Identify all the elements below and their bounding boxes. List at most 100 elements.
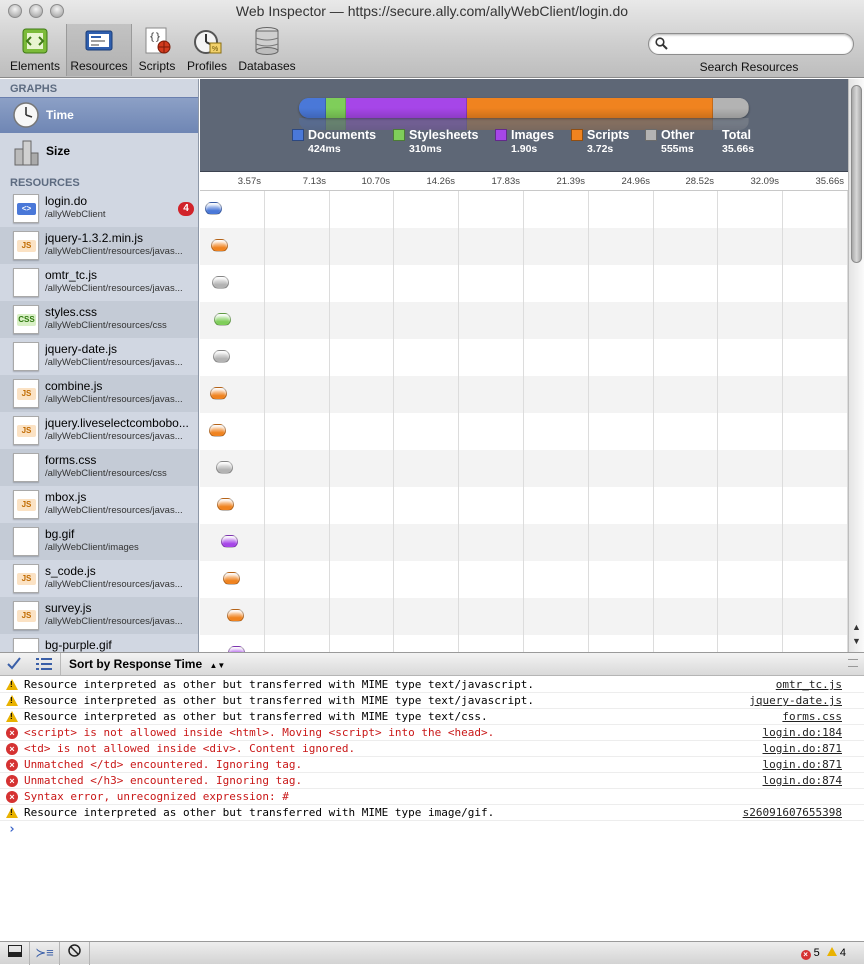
resource-item[interactable]: JS mbox.js/allyWebClient/resources/javas.…: [0, 486, 198, 523]
timeline-row[interactable]: [200, 302, 848, 339]
bar-segment-scripts: [467, 98, 713, 118]
error-icon: ×: [6, 743, 18, 755]
resources-header: RESOURCES: [10, 177, 80, 189]
search-input[interactable]: [671, 37, 849, 52]
timeline-row[interactable]: [200, 265, 848, 302]
graph-item-size[interactable]: Size: [0, 134, 198, 170]
legend-label: Total: [722, 128, 751, 142]
resource-path: /allyWebClient: [45, 209, 106, 220]
message-source-link[interactable]: login.do:871: [763, 758, 842, 771]
bar-segment-stylesheets: [326, 98, 346, 118]
timeline-tick-label: 21.39s: [556, 176, 585, 187]
dock-icon: [7, 945, 22, 960]
profiles-tool[interactable]: % Profiles: [183, 24, 231, 76]
svg-text:%: %: [212, 46, 218, 53]
message-source-link[interactable]: forms.css: [782, 710, 842, 723]
timeline-row[interactable]: [200, 561, 848, 598]
timing-bar[interactable]: [226, 609, 244, 622]
message-source-link[interactable]: login.do:871: [763, 742, 842, 755]
document-file-icon: <>: [13, 194, 39, 223]
checkmark-icon[interactable]: [3, 655, 25, 675]
console-message: × <script> is not allowed inside <html>. …: [0, 725, 864, 741]
resource-item[interactable]: JS combine.js/allyWebClient/resources/jav…: [0, 375, 198, 412]
graph-item-time[interactable]: Time: [0, 97, 198, 133]
resource-item[interactable]: JS s_code.js/allyWebClient/resources/java…: [0, 560, 198, 597]
message-source-link[interactable]: login.do:874: [763, 774, 842, 787]
databases-tool[interactable]: Databases: [235, 24, 299, 76]
timing-bar[interactable]: [211, 239, 229, 252]
timing-bar[interactable]: [215, 461, 233, 474]
sort-select[interactable]: Sort by Response Time ▲▼: [60, 653, 225, 675]
timing-bar[interactable]: [210, 387, 228, 400]
timing-bar[interactable]: [216, 498, 234, 511]
timing-bar[interactable]: [209, 424, 227, 437]
timeline-tick-label: 7.13s: [302, 176, 326, 187]
resource-item[interactable]: <> login.do/allyWebClient 4: [0, 190, 198, 227]
resource-item[interactable]: bg-purple.gif: [0, 634, 198, 652]
resource-path: /allyWebClient/resources/javas...: [45, 283, 183, 294]
resize-grip-icon[interactable]: [848, 659, 858, 667]
timeline-row[interactable]: [200, 228, 848, 265]
other-file-icon: [13, 268, 39, 297]
legend-label: Images: [511, 128, 555, 142]
timeline-row[interactable]: [200, 191, 848, 228]
dock-toggle-button[interactable]: [0, 942, 30, 965]
timing-bar[interactable]: [212, 350, 230, 363]
resource-path: /allyWebClient/resources/css: [45, 468, 167, 479]
warning-icon: [6, 679, 18, 691]
resource-item[interactable]: bg.gif/allyWebClient/images: [0, 523, 198, 560]
search-field[interactable]: [648, 33, 854, 55]
timeline-row[interactable]: [200, 598, 848, 635]
elements-tool[interactable]: Elements: [7, 24, 63, 76]
resource-path: /allyWebClient/resources/javas...: [45, 579, 183, 590]
timeline-row[interactable]: [200, 635, 848, 652]
resource-name: bg-purple.gif: [45, 638, 112, 652]
timeline-row[interactable]: [200, 339, 848, 376]
message-source-link[interactable]: login.do:184: [763, 726, 842, 739]
resource-item[interactable]: CSS styles.css/allyWebClient/resources/cs…: [0, 301, 198, 338]
timeline-gridline: [782, 173, 783, 652]
timing-bar[interactable]: [221, 535, 239, 548]
timeline-gridline: [458, 173, 459, 652]
timeline-ticks: 3.57s 7.13s 10.70s 14.26s 17.83s 21.39s 24.96s…: [200, 173, 848, 191]
console-messages: Resource interpreted as other but transf…: [0, 677, 864, 941]
scripts-tool[interactable]: {} Scripts: [135, 24, 179, 76]
legend-value: 1.90s: [511, 143, 538, 155]
message-counts[interactable]: × 5 4: [800, 947, 846, 960]
timeline-gridline: [329, 173, 330, 652]
console-toggle-button[interactable]: ≻≡: [30, 942, 60, 965]
message-source-link[interactable]: s26091607655398: [743, 806, 842, 819]
timeline-row[interactable]: [200, 524, 848, 561]
timeline-row[interactable]: [200, 450, 848, 487]
bar-segment-documents: [299, 98, 326, 118]
timing-bar[interactable]: [212, 276, 230, 289]
list-icon[interactable]: [33, 655, 55, 675]
resources-tool[interactable]: Resources: [66, 24, 132, 76]
message-source-link[interactable]: jquery-date.js: [749, 694, 842, 707]
script-file-icon: JS: [13, 231, 39, 260]
resource-item[interactable]: JS jquery-1.3.2.min.js/allyWebClient/reso…: [0, 227, 198, 264]
timeline-scrollbar[interactable]: ▲ ▼: [848, 79, 864, 652]
resource-item[interactable]: JS jquery.liveselectcombobo.../allyWebCli…: [0, 412, 198, 449]
message-text: Syntax error, unrecognized expression: #: [24, 790, 289, 803]
timeline-row[interactable]: [200, 376, 848, 413]
scroll-down-arrow[interactable]: ▼: [849, 636, 864, 649]
timing-bar[interactable]: [204, 202, 222, 215]
clear-console-button[interactable]: [60, 942, 90, 965]
legend-value: 310ms: [409, 143, 442, 155]
resource-item[interactable]: forms.css/allyWebClient/resources/css: [0, 449, 198, 486]
message-count-badge: 4: [178, 202, 194, 216]
resource-item[interactable]: omtr_tc.js/allyWebClient/resources/javas…: [0, 264, 198, 301]
elements-icon: [19, 26, 51, 56]
console-prompt[interactable]: ›: [8, 822, 16, 837]
resource-item[interactable]: JS survey.js/allyWebClient/resources/java…: [0, 597, 198, 634]
timing-bar[interactable]: [213, 313, 231, 326]
console-toolbar: Sort by Response Time ▲▼: [0, 652, 864, 676]
scroll-up-arrow[interactable]: ▲: [849, 622, 864, 635]
timeline-row[interactable]: [200, 413, 848, 450]
timeline-row[interactable]: [200, 487, 848, 524]
scrollbar-thumb[interactable]: [851, 85, 862, 263]
timing-bar[interactable]: [222, 572, 240, 585]
message-source-link[interactable]: omtr_tc.js: [776, 678, 842, 691]
resource-item[interactable]: jquery-date.js/allyWebClient/resources/j…: [0, 338, 198, 375]
